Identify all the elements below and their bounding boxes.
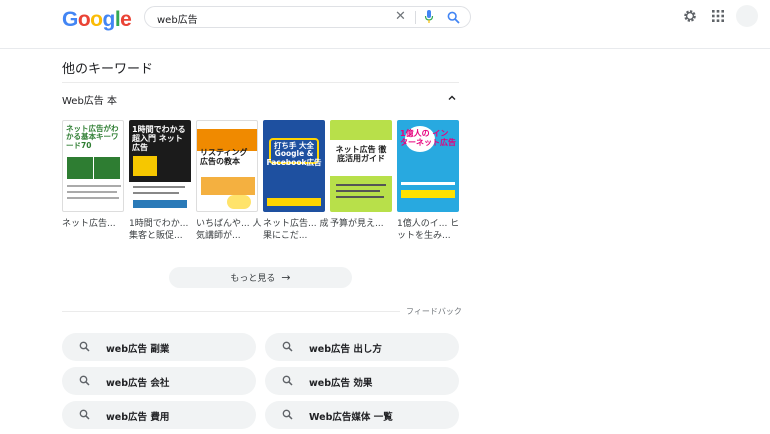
- related-search-label: web広告 出し方: [309, 344, 382, 355]
- related-search-label: Web広告媒体 一覧: [309, 412, 393, 423]
- divider: [62, 82, 459, 83]
- book-cover[interactable]: 1億人の インターネット広告: [397, 120, 459, 212]
- section-title: 他のキーワード: [62, 62, 154, 77]
- more-button-label: もっと見る: [230, 274, 276, 284]
- related-search-chip[interactable]: web広告 費用: [62, 401, 256, 429]
- book-title[interactable]: ネット広告... 成果にこだ...: [263, 218, 329, 242]
- related-search-chip[interactable]: web広告 出し方: [265, 333, 459, 361]
- cover-title: ネット広告がわかる基本キーワード70: [66, 124, 119, 150]
- more-button[interactable]: もっと見る →: [169, 267, 352, 288]
- related-search-label: web広告 費用: [106, 412, 170, 423]
- book-cover[interactable]: 1時間でわかる 超入門 ネット広告: [129, 120, 191, 212]
- related-search-chip[interactable]: web広告 会社: [62, 367, 256, 395]
- search-icon: [79, 375, 90, 386]
- divider: [62, 311, 400, 312]
- search-input[interactable]: web広告: [157, 11, 198, 26]
- search-icon: [282, 375, 293, 386]
- book-card[interactable]: ネット広告 徹底活用ガイド 予算が見え...: [330, 120, 392, 230]
- logo-letter: g: [102, 8, 116, 31]
- book-card[interactable]: リスティング広告の教本 いちばんや... 人気講師が...: [196, 120, 261, 242]
- book-cover[interactable]: 打ち手 大全 Google & Facebook広告: [263, 120, 325, 212]
- search-icon: [282, 341, 293, 352]
- book-cover[interactable]: リスティング広告の教本: [196, 120, 258, 212]
- search-icon[interactable]: [447, 11, 460, 24]
- cover-title: 1億人の インターネット広告: [400, 129, 456, 147]
- subsection-title[interactable]: Web広告 本: [62, 92, 117, 107]
- cover-title: 1時間でわかる 超入門 ネット広告: [132, 125, 186, 152]
- feedback-link[interactable]: フィードバック: [406, 306, 462, 317]
- related-search-label: web広告 副業: [106, 344, 170, 355]
- avatar[interactable]: [736, 5, 758, 27]
- related-search-chip[interactable]: web広告 効果: [265, 367, 459, 395]
- book-title[interactable]: 1時間でわか... 集客と販促...: [129, 218, 195, 242]
- cover-title: リスティング広告の教本: [200, 148, 248, 166]
- book-card[interactable]: 1億人の インターネット広告 1億人のイ... ヒットを生み...: [397, 120, 459, 242]
- related-search-label: web広告 会社: [106, 378, 170, 389]
- search-icon: [79, 409, 90, 420]
- logo-letter: o: [90, 8, 103, 31]
- search-icon: [282, 409, 293, 420]
- book-card[interactable]: 打ち手 大全 Google & Facebook広告 ネット広告... 成果にこ…: [263, 120, 328, 242]
- logo-letter: o: [77, 8, 91, 31]
- logo-letter: e: [120, 8, 132, 31]
- related-search-chip[interactable]: web広告 副業: [62, 333, 256, 361]
- book-title[interactable]: ネット広告...: [62, 218, 128, 230]
- close-icon[interactable]: ✕: [395, 9, 406, 25]
- search-icon: [79, 341, 90, 352]
- book-title[interactable]: いちばんや... 人気講師が...: [196, 218, 262, 242]
- related-search-chip[interactable]: Web広告媒体 一覧: [265, 401, 459, 429]
- book-card[interactable]: 1時間でわかる 超入門 ネット広告 1時間でわか... 集客と販促...: [129, 120, 191, 242]
- apps-grid-icon[interactable]: [712, 10, 724, 22]
- microphone-icon[interactable]: [424, 10, 434, 24]
- search-box[interactable]: web広告 ✕: [144, 6, 471, 28]
- chevron-up-icon[interactable]: [447, 93, 457, 103]
- cover-title: 打ち手 大全 Google & Facebook広告: [266, 141, 322, 167]
- book-cover[interactable]: ネット広告 徹底活用ガイド: [330, 120, 392, 212]
- google-logo[interactable]: Google: [62, 8, 132, 32]
- divider: [415, 11, 416, 24]
- book-carousel: ネット広告がわかる基本キーワード70 ネット広告... 1時間でわかる 超入門 …: [62, 120, 462, 256]
- arrow-right-icon: →: [281, 271, 291, 284]
- cover-title: ネット広告 徹底活用ガイド: [335, 145, 387, 163]
- related-search-label: web広告 効果: [309, 378, 373, 389]
- book-title[interactable]: 1億人のイ... ヒットを生み...: [397, 218, 463, 242]
- book-card[interactable]: ネット広告がわかる基本キーワード70 ネット広告...: [62, 120, 124, 230]
- top-bar: Google web広告 ✕: [0, 0, 770, 49]
- gear-icon[interactable]: [683, 9, 697, 23]
- book-title[interactable]: 予算が見え...: [330, 218, 396, 230]
- book-cover[interactable]: ネット広告がわかる基本キーワード70: [62, 120, 124, 212]
- logo-letter: G: [62, 8, 78, 31]
